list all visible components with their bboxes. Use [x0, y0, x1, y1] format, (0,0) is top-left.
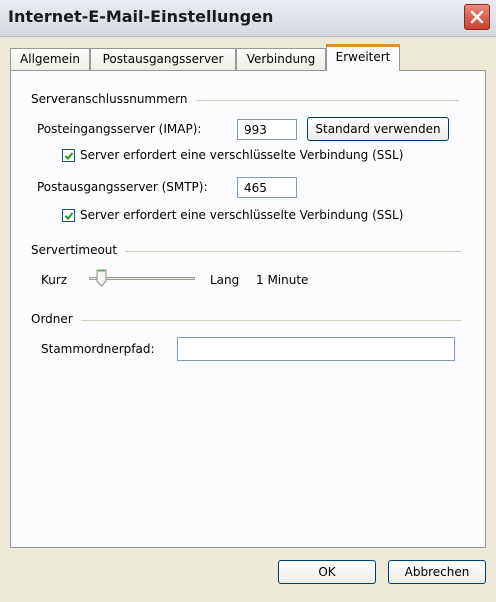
checkmark-icon: [64, 212, 74, 220]
title-bar[interactable]: Internet-E-Mail-Einstellungen: [0, 0, 496, 37]
window-title: Internet-E-Mail-Einstellungen: [8, 7, 274, 26]
tab-verbindung[interactable]: Verbindung: [236, 48, 326, 70]
cancel-button[interactable]: Abbrechen: [388, 560, 486, 584]
close-icon: [470, 10, 484, 24]
root-folder-input[interactable]: [177, 337, 455, 361]
incoming-ssl-label: Server erfordert eine verschlüsselte Ver…: [80, 148, 404, 162]
slider-thumb-icon[interactable]: [96, 269, 107, 287]
outgoing-ssl-label: Server erfordert eine verschlüsselte Ver…: [80, 208, 404, 222]
group-label-timeout: Servertimeout: [31, 243, 126, 257]
root-folder-label: Stammordnerpfad:: [41, 342, 155, 356]
checkmark-icon: [64, 152, 74, 160]
timeout-short-label: Kurz: [41, 273, 68, 287]
use-default-button[interactable]: Standard verwenden: [307, 117, 449, 141]
incoming-port-input[interactable]: [237, 119, 297, 140]
dialog-window: Internet-E-Mail-Einstellungen Allgemein …: [0, 0, 496, 602]
outgoing-ssl-checkbox[interactable]: [62, 209, 75, 222]
timeout-long-label: Lang: [210, 273, 240, 287]
tab-allgemein[interactable]: Allgemein: [10, 48, 90, 70]
timeout-value: 1 Minute: [256, 273, 309, 287]
tab-postausgangsserver[interactable]: Postausgangsserver: [90, 48, 236, 70]
close-button[interactable]: [464, 4, 490, 30]
incoming-port-label: Posteingangsserver (IMAP):: [37, 122, 202, 136]
group-label-server-ports: Serveranschlussnummern: [31, 92, 196, 106]
incoming-ssl-checkbox[interactable]: [62, 149, 75, 162]
outgoing-port-label: Postausgangsserver (SMTP):: [37, 180, 208, 194]
tab-erweitert[interactable]: Erweitert: [326, 44, 400, 71]
ok-button[interactable]: OK: [278, 560, 376, 584]
tab-panel-erweitert: Serveranschlussnummern Posteingangsserve…: [10, 70, 486, 548]
group-divider: [31, 320, 461, 321]
outgoing-port-input[interactable]: [237, 177, 297, 198]
group-label-folders: Ordner: [31, 312, 81, 326]
